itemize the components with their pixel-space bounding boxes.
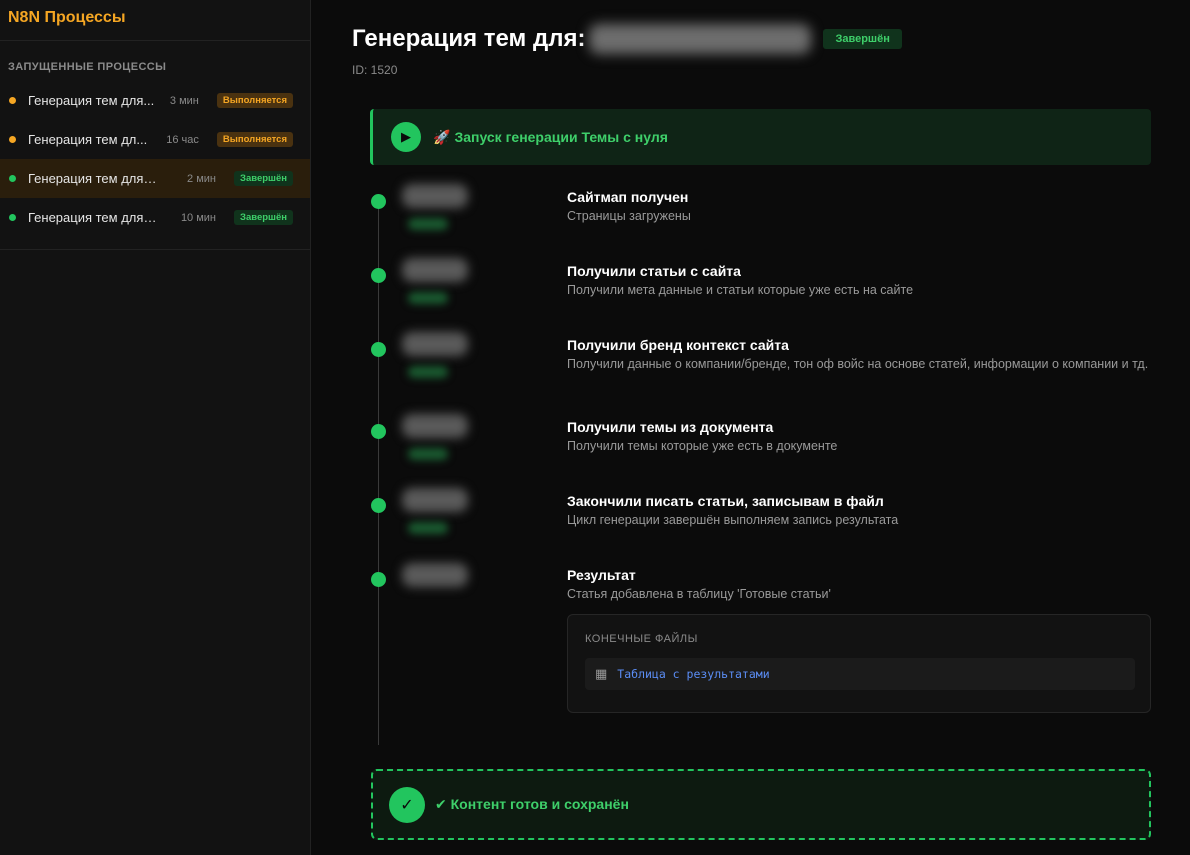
redacted-badge (408, 448, 448, 460)
process-time: 16 час (166, 133, 199, 146)
process-name: Генерация тем для: ... (28, 210, 158, 225)
process-list: Генерация тем для... 3 мин Выполняется Г… (0, 81, 310, 250)
process-id: ID: 1520 (352, 63, 398, 77)
step-dot (371, 194, 386, 209)
file-link-label: Таблица с результатами (617, 667, 770, 681)
status-badge: Выполняется (216, 93, 293, 108)
redacted-badge (408, 292, 448, 304)
status-badge: Завершён (234, 171, 293, 186)
process-name: Генерация тем для... (28, 93, 155, 108)
process-item-active[interactable]: Генерация тем для: ht... 2 мин Завершён (0, 159, 310, 198)
redacted-time (402, 414, 468, 438)
check-icon: ✓ (389, 786, 425, 823)
redacted-url (589, 24, 812, 54)
redacted-time (402, 332, 468, 356)
section-title: ЗАПУЩЕННЫЕ ПРОЦЕССЫ (8, 61, 167, 73)
clipboard-icon: ▦ (595, 666, 608, 681)
redacted-time (402, 258, 468, 282)
step-dot (371, 498, 386, 513)
status-badge: Выполняется (216, 132, 293, 147)
step-title: Закончили писать статьи, записывам в фай… (567, 493, 884, 509)
status-badge: Завершён (823, 29, 902, 49)
process-time: 10 мин (180, 211, 217, 224)
sidebar-header: N8N Процессы (0, 0, 310, 41)
process-name: Генерация тем дл... (28, 132, 148, 147)
step-title: Сайтмап получен (567, 189, 689, 205)
start-banner-label: Запуск генерации Темы с нуля (454, 128, 668, 145)
play-icon: ▶ (391, 122, 421, 152)
page-title: Генерация тем для: (352, 25, 586, 52)
main-content: Генерация тем для: Завершён ID: 1520 ▶ 🚀… (312, 0, 1190, 855)
step-desc: Статья добавлена в таблицу 'Готовые стат… (567, 587, 831, 601)
step-title: Получили темы из документа (567, 419, 774, 435)
process-time: 3 мин (169, 94, 199, 107)
rocket-icon: 🚀 (433, 128, 451, 145)
step-desc: Получили темы которые уже есть в докумен… (567, 439, 838, 453)
status-dot (9, 214, 16, 221)
start-banner-text: 🚀 Запуск генерации Темы с нуля (433, 129, 668, 146)
step-dot (371, 572, 386, 587)
process-item[interactable]: Генерация тем для... 3 мин Выполняется (0, 81, 310, 120)
step-desc: Страницы загружены (567, 209, 691, 223)
step-dot (371, 342, 386, 357)
files-title: КОНЕЧНЫЕ ФАЙЛЫ (585, 633, 698, 645)
done-banner-text: ✔ Контент готов и сохранён (435, 796, 629, 812)
process-item[interactable]: Генерация тем для: ... 10 мин Завершён (0, 198, 310, 237)
title-row: Генерация тем для: Завершён (352, 24, 902, 54)
start-banner: ▶ 🚀 Запуск генерации Темы с нуля (370, 109, 1151, 165)
sidebar: N8N Процессы ЗАПУЩЕННЫЕ ПРОЦЕССЫ Генерац… (0, 0, 311, 855)
process-time: 2 мин (187, 172, 217, 185)
step-desc: Получили данные о компании/бренде, тон о… (567, 357, 1149, 371)
done-banner: ✓ ✔ Контент готов и сохранён (371, 769, 1151, 840)
results-table-link[interactable]: ▦ Таблица с результатами (585, 658, 1135, 690)
step-dot (371, 424, 386, 439)
status-badge: Завершён (234, 210, 293, 225)
process-name: Генерация тем для: ht... (28, 171, 158, 186)
app-title: N8N Процессы (8, 9, 126, 26)
redacted-time (402, 488, 468, 512)
step-title: Получили статьи с сайта (567, 263, 741, 279)
redacted-badge (408, 366, 448, 378)
redacted-time (402, 563, 468, 587)
redacted-badge (408, 218, 448, 230)
redacted-badge (408, 522, 448, 534)
step-desc: Цикл генерации завершён выполняем запись… (567, 513, 899, 527)
step-dot (371, 268, 386, 283)
step-title: Результат (567, 567, 636, 583)
status-dot (9, 136, 16, 143)
step-title: Получили бренд контекст сайта (567, 337, 789, 353)
status-dot (9, 175, 16, 182)
status-dot (9, 97, 16, 104)
step-desc: Получили мета данные и статьи которые уж… (567, 283, 914, 297)
process-item[interactable]: Генерация тем дл... 16 час Выполняется (0, 120, 310, 159)
output-files-box: КОНЕЧНЫЕ ФАЙЛЫ ▦ Таблица с результатами (567, 614, 1151, 713)
redacted-time (402, 184, 468, 208)
